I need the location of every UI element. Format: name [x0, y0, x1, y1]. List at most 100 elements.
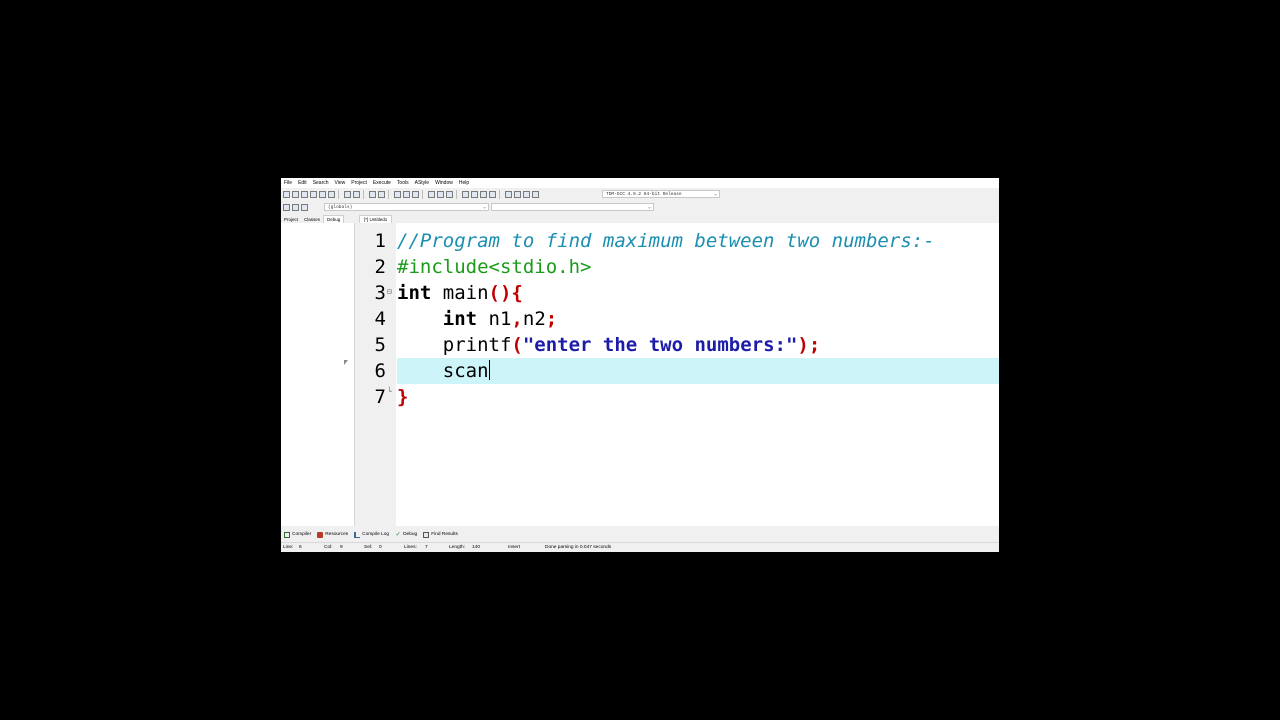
replace-icon[interactable] [378, 191, 385, 198]
line-number: 1 [374, 230, 386, 252]
save-icon[interactable] [301, 191, 308, 198]
class-select[interactable]: (globals) ⌄ [324, 203, 489, 211]
line-number: 5 [374, 334, 386, 356]
menu-execute[interactable]: Execute [370, 178, 394, 188]
delete-profile-icon[interactable] [532, 191, 539, 198]
status-line-label: Line: [283, 545, 294, 550]
line-number-gutter: 1 2 3 ⊟ 4 5 6 7 └ [355, 223, 396, 526]
stop-icon[interactable] [514, 191, 521, 198]
goto-bookmark-icon[interactable] [301, 204, 308, 211]
code-line: printf("enter the two numbers:"); [397, 332, 999, 358]
code-line: } [397, 384, 999, 410]
run-icon[interactable] [471, 191, 478, 198]
undo-icon[interactable] [344, 191, 351, 198]
tab-resources[interactable]: Resources [317, 531, 348, 538]
line-number: 7 [374, 386, 386, 408]
chevron-down-icon: ⌄ [713, 191, 717, 197]
status-length-value: 140 [472, 545, 481, 550]
toggle-bookmark-icon[interactable] [292, 204, 299, 211]
fold-collapse-icon[interactable]: ⊟ [387, 287, 392, 296]
code-operator: , [511, 308, 523, 330]
menu-bar: File Edit Search View Project Execute To… [281, 178, 999, 188]
code-editor[interactable]: 1 2 3 ⊟ 4 5 6 7 └ //Program to find maxi… [355, 223, 999, 526]
menu-file[interactable]: File [281, 178, 295, 188]
class-select-value: (globals) [328, 205, 353, 210]
toolbar-separator [499, 190, 500, 199]
code-brace: } [397, 386, 409, 408]
status-message: Done parsing in 0.047 seconds [545, 545, 612, 550]
tab-debug-label: Debug [403, 532, 418, 537]
tab-compiler[interactable]: Compiler [284, 531, 311, 538]
status-col-value: 9 [340, 545, 343, 550]
menu-project[interactable]: Project [348, 178, 370, 188]
project-new-icon[interactable] [394, 191, 401, 198]
code-brace: (){ [488, 282, 523, 304]
code-operator: ; [545, 308, 558, 330]
code-identifier: scan [442, 360, 489, 382]
close-file-icon[interactable] [319, 191, 326, 198]
back-icon[interactable] [428, 191, 435, 198]
project-remove-icon[interactable] [412, 191, 419, 198]
tab-debug-bottom[interactable]: ✓ Debug [395, 532, 418, 538]
status-bar: Line: 6 Col: 9 Sel: 0 Lines: 7 Length: 1… [281, 542, 999, 552]
code-line-current: scan [397, 358, 999, 384]
compiler-select-value: TDM-GCC 4.9.2 64-bit Release [606, 192, 682, 197]
status-mode: Insert [508, 545, 520, 550]
tab-find-results[interactable]: Find Results [423, 531, 458, 538]
line-number: 3 [374, 282, 386, 304]
code-keyword: int [397, 282, 432, 304]
code-line: int main(){ [397, 280, 999, 306]
menu-help[interactable]: Help [456, 178, 472, 188]
status-length-label: Length: [449, 545, 466, 550]
toolbar-separator [456, 190, 457, 199]
compiler-select[interactable]: TDM-GCC 4.9.2 64-bit Release ⌄ [602, 190, 720, 198]
tab-compile-log-label: Compile Log [362, 532, 390, 537]
line-number: 2 [374, 256, 386, 278]
tab-find-results-label: Find Results [431, 532, 458, 537]
toolbar-separator [422, 190, 423, 199]
compile-icon[interactable] [462, 191, 469, 198]
code-identifier: n1 [477, 308, 512, 330]
code-comment: //Program to find maximum between two nu… [397, 230, 935, 252]
member-select[interactable]: ⌄ [491, 203, 654, 211]
insert-icon[interactable] [283, 204, 290, 211]
check-syntax-icon[interactable] [505, 191, 512, 198]
code-identifier: n2 [522, 308, 546, 330]
fold-end-icon: └ [387, 387, 392, 396]
print-icon[interactable] [328, 191, 335, 198]
status-col-label: Col: [324, 545, 333, 550]
menu-edit[interactable]: Edit [295, 178, 310, 188]
open-file-icon[interactable] [292, 191, 299, 198]
code-line: int n1,n2; [397, 306, 999, 332]
menu-window[interactable]: Window [432, 178, 456, 188]
status-sel-label: Sel: [364, 545, 373, 550]
save-all-icon[interactable] [310, 191, 317, 198]
new-file-icon[interactable] [283, 191, 290, 198]
side-panel [281, 223, 355, 526]
code-operator: ); [797, 334, 821, 356]
code-line: #include<stdio.h> [397, 254, 999, 280]
menu-astyle[interactable]: AStyle [412, 178, 432, 188]
mouse-pointer-icon [344, 360, 348, 365]
redo-icon[interactable] [353, 191, 360, 198]
chevron-down-icon: ⌄ [647, 204, 651, 210]
compile-run-icon[interactable] [480, 191, 487, 198]
status-lines-value: 7 [425, 545, 428, 550]
menu-search[interactable]: Search [310, 178, 332, 188]
find-icon [423, 531, 430, 538]
find-icon[interactable] [369, 191, 376, 198]
tab-compile-log[interactable]: Compile Log [354, 531, 390, 538]
debug-bug-icon[interactable] [446, 191, 453, 198]
project-add-icon[interactable] [403, 191, 410, 198]
text-caret [488, 360, 490, 380]
code-function: printf [442, 334, 512, 356]
chart-icon [354, 531, 361, 538]
toolbar-separator [338, 190, 339, 199]
forward-icon[interactable] [437, 191, 444, 198]
menu-view[interactable]: View [332, 178, 349, 188]
menu-tools[interactable]: Tools [394, 178, 412, 188]
rebuild-icon[interactable] [489, 191, 496, 198]
profile-chart-icon[interactable] [523, 191, 530, 198]
